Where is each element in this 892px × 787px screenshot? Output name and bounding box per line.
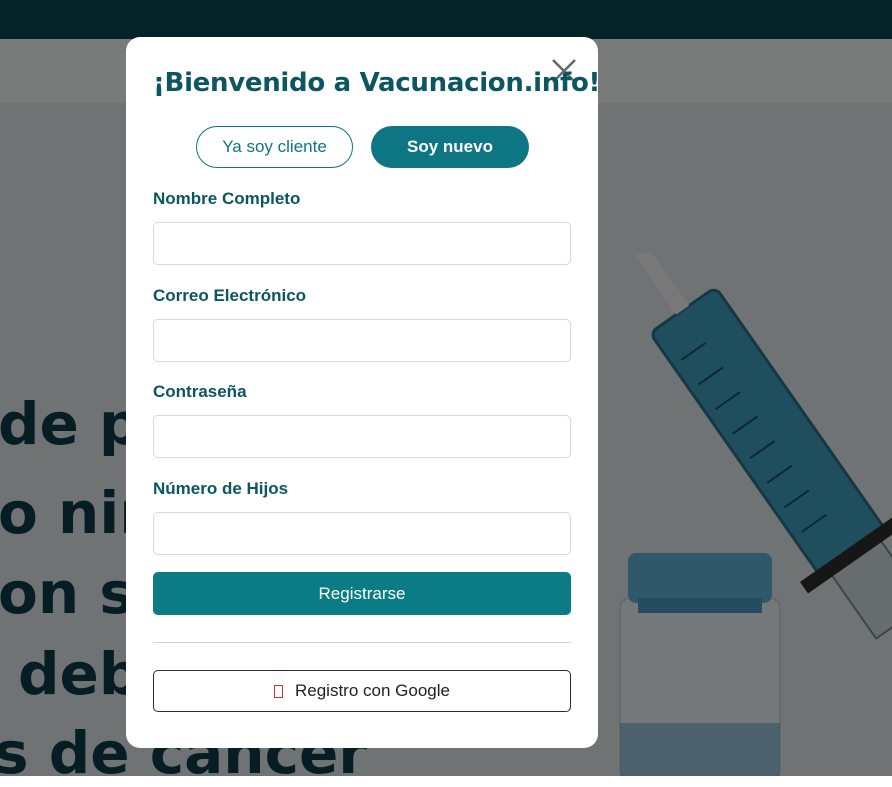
email-input[interactable] [153,319,571,362]
email-label: Correo Electrónico [153,286,307,305]
full-name-input[interactable] [153,222,571,265]
registration-modal: ¡Bienvenido a Vacunacion.info! Ya soy cl… [126,37,601,748]
modal-title: ¡Bienvenido a Vacunacion.info! [153,68,601,98]
divider [153,642,571,643]
google-register-button[interactable]: Registro con Google [153,670,571,712]
password-input[interactable] [153,415,571,458]
full-name-label: Nombre Completo [153,189,301,208]
children-count-label: Número de Hijos [153,479,289,498]
register-button[interactable]: Registrarse [153,572,571,615]
password-label: Contraseña [153,382,247,401]
tab-new-user[interactable]: Soy nuevo [371,126,529,168]
children-count-input[interactable] [153,512,571,555]
google-icon [274,684,283,698]
tab-existing-client[interactable]: Ya soy cliente [196,126,353,168]
google-register-label: Registro con Google [295,681,450,700]
